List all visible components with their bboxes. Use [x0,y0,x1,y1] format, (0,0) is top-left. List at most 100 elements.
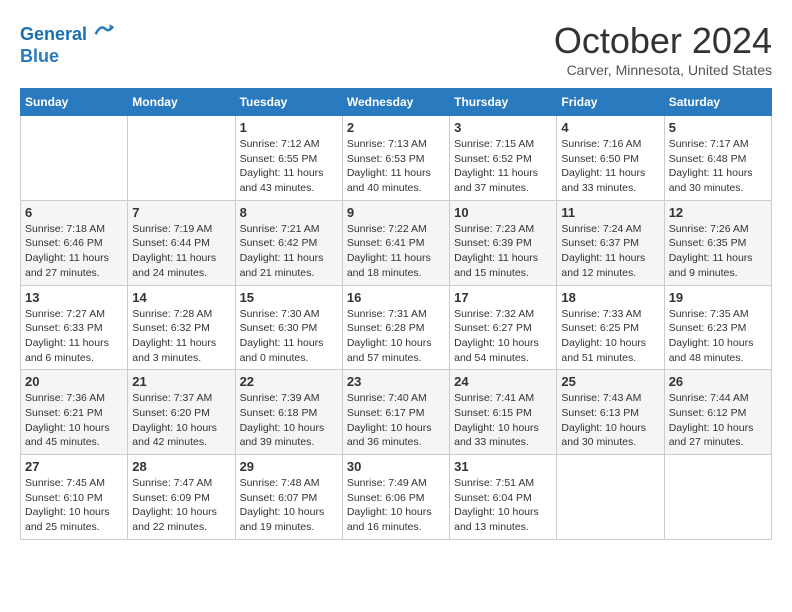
day-number: 24 [454,374,552,389]
day-info: Sunrise: 7:37 AMSunset: 6:20 PMDaylight:… [132,391,230,450]
location-text: Carver, Minnesota, United States [554,62,772,78]
calendar-header-row: SundayMondayTuesdayWednesdayThursdayFrid… [21,89,772,116]
calendar-week-2: 6 Sunrise: 7:18 AMSunset: 6:46 PMDayligh… [21,200,772,285]
calendar-cell: 2 Sunrise: 7:13 AMSunset: 6:53 PMDayligh… [342,116,449,201]
day-info: Sunrise: 7:17 AMSunset: 6:48 PMDaylight:… [669,137,767,196]
calendar-cell: 8 Sunrise: 7:21 AMSunset: 6:42 PMDayligh… [235,200,342,285]
calendar-cell: 19 Sunrise: 7:35 AMSunset: 6:23 PMDaylig… [664,285,771,370]
calendar-cell: 5 Sunrise: 7:17 AMSunset: 6:48 PMDayligh… [664,116,771,201]
calendar-cell: 7 Sunrise: 7:19 AMSunset: 6:44 PMDayligh… [128,200,235,285]
day-number: 12 [669,205,767,220]
day-info: Sunrise: 7:16 AMSunset: 6:50 PMDaylight:… [561,137,659,196]
day-number: 20 [25,374,123,389]
day-header-thursday: Thursday [450,89,557,116]
day-info: Sunrise: 7:24 AMSunset: 6:37 PMDaylight:… [561,222,659,281]
day-number: 15 [240,290,338,305]
day-number: 8 [240,205,338,220]
calendar-cell: 24 Sunrise: 7:41 AMSunset: 6:15 PMDaylig… [450,370,557,455]
logo-icon [94,20,114,40]
day-number: 28 [132,459,230,474]
calendar-cell [557,455,664,540]
calendar-cell: 14 Sunrise: 7:28 AMSunset: 6:32 PMDaylig… [128,285,235,370]
day-number: 7 [132,205,230,220]
day-number: 14 [132,290,230,305]
calendar-table: SundayMondayTuesdayWednesdayThursdayFrid… [20,88,772,540]
day-info: Sunrise: 7:45 AMSunset: 6:10 PMDaylight:… [25,476,123,535]
day-info: Sunrise: 7:22 AMSunset: 6:41 PMDaylight:… [347,222,445,281]
logo: General Blue [20,20,114,67]
day-number: 29 [240,459,338,474]
calendar-cell: 31 Sunrise: 7:51 AMSunset: 6:04 PMDaylig… [450,455,557,540]
day-number: 16 [347,290,445,305]
day-info: Sunrise: 7:32 AMSunset: 6:27 PMDaylight:… [454,307,552,366]
calendar-cell: 30 Sunrise: 7:49 AMSunset: 6:06 PMDaylig… [342,455,449,540]
day-number: 3 [454,120,552,135]
day-number: 17 [454,290,552,305]
day-number: 19 [669,290,767,305]
day-header-friday: Friday [557,89,664,116]
calendar-cell: 28 Sunrise: 7:47 AMSunset: 6:09 PMDaylig… [128,455,235,540]
calendar-cell: 10 Sunrise: 7:23 AMSunset: 6:39 PMDaylig… [450,200,557,285]
day-info: Sunrise: 7:26 AMSunset: 6:35 PMDaylight:… [669,222,767,281]
calendar-cell: 29 Sunrise: 7:48 AMSunset: 6:07 PMDaylig… [235,455,342,540]
calendar-cell: 20 Sunrise: 7:36 AMSunset: 6:21 PMDaylig… [21,370,128,455]
day-header-sunday: Sunday [21,89,128,116]
day-info: Sunrise: 7:31 AMSunset: 6:28 PMDaylight:… [347,307,445,366]
day-number: 10 [454,205,552,220]
day-number: 27 [25,459,123,474]
day-number: 6 [25,205,123,220]
day-number: 2 [347,120,445,135]
day-number: 25 [561,374,659,389]
day-number: 4 [561,120,659,135]
day-info: Sunrise: 7:49 AMSunset: 6:06 PMDaylight:… [347,476,445,535]
calendar-cell: 27 Sunrise: 7:45 AMSunset: 6:10 PMDaylig… [21,455,128,540]
calendar-cell [128,116,235,201]
calendar-cell: 9 Sunrise: 7:22 AMSunset: 6:41 PMDayligh… [342,200,449,285]
day-number: 26 [669,374,767,389]
day-info: Sunrise: 7:40 AMSunset: 6:17 PMDaylight:… [347,391,445,450]
calendar-cell: 6 Sunrise: 7:18 AMSunset: 6:46 PMDayligh… [21,200,128,285]
day-header-monday: Monday [128,89,235,116]
calendar-cell: 11 Sunrise: 7:24 AMSunset: 6:37 PMDaylig… [557,200,664,285]
day-info: Sunrise: 7:13 AMSunset: 6:53 PMDaylight:… [347,137,445,196]
day-number: 21 [132,374,230,389]
calendar-week-5: 27 Sunrise: 7:45 AMSunset: 6:10 PMDaylig… [21,455,772,540]
day-info: Sunrise: 7:19 AMSunset: 6:44 PMDaylight:… [132,222,230,281]
logo-blue: Blue [20,46,114,67]
day-info: Sunrise: 7:15 AMSunset: 6:52 PMDaylight:… [454,137,552,196]
calendar-cell: 25 Sunrise: 7:43 AMSunset: 6:13 PMDaylig… [557,370,664,455]
day-info: Sunrise: 7:28 AMSunset: 6:32 PMDaylight:… [132,307,230,366]
day-number: 18 [561,290,659,305]
calendar-cell: 16 Sunrise: 7:31 AMSunset: 6:28 PMDaylig… [342,285,449,370]
day-info: Sunrise: 7:41 AMSunset: 6:15 PMDaylight:… [454,391,552,450]
calendar-cell: 18 Sunrise: 7:33 AMSunset: 6:25 PMDaylig… [557,285,664,370]
day-number: 13 [25,290,123,305]
calendar-cell: 23 Sunrise: 7:40 AMSunset: 6:17 PMDaylig… [342,370,449,455]
day-info: Sunrise: 7:18 AMSunset: 6:46 PMDaylight:… [25,222,123,281]
day-info: Sunrise: 7:27 AMSunset: 6:33 PMDaylight:… [25,307,123,366]
day-info: Sunrise: 7:30 AMSunset: 6:30 PMDaylight:… [240,307,338,366]
title-block: October 2024 Carver, Minnesota, United S… [554,20,772,78]
day-info: Sunrise: 7:21 AMSunset: 6:42 PMDaylight:… [240,222,338,281]
day-number: 5 [669,120,767,135]
day-info: Sunrise: 7:39 AMSunset: 6:18 PMDaylight:… [240,391,338,450]
day-header-wednesday: Wednesday [342,89,449,116]
day-info: Sunrise: 7:47 AMSunset: 6:09 PMDaylight:… [132,476,230,535]
day-header-tuesday: Tuesday [235,89,342,116]
calendar-cell: 1 Sunrise: 7:12 AMSunset: 6:55 PMDayligh… [235,116,342,201]
day-info: Sunrise: 7:43 AMSunset: 6:13 PMDaylight:… [561,391,659,450]
calendar-week-3: 13 Sunrise: 7:27 AMSunset: 6:33 PMDaylig… [21,285,772,370]
day-info: Sunrise: 7:12 AMSunset: 6:55 PMDaylight:… [240,137,338,196]
day-number: 31 [454,459,552,474]
day-header-saturday: Saturday [664,89,771,116]
calendar-cell: 17 Sunrise: 7:32 AMSunset: 6:27 PMDaylig… [450,285,557,370]
calendar-cell: 15 Sunrise: 7:30 AMSunset: 6:30 PMDaylig… [235,285,342,370]
day-info: Sunrise: 7:23 AMSunset: 6:39 PMDaylight:… [454,222,552,281]
day-info: Sunrise: 7:44 AMSunset: 6:12 PMDaylight:… [669,391,767,450]
calendar-week-1: 1 Sunrise: 7:12 AMSunset: 6:55 PMDayligh… [21,116,772,201]
day-info: Sunrise: 7:48 AMSunset: 6:07 PMDaylight:… [240,476,338,535]
page-header: General Blue October 2024 Carver, Minnes… [20,20,772,78]
day-number: 9 [347,205,445,220]
logo-text: General [20,20,114,46]
day-number: 1 [240,120,338,135]
